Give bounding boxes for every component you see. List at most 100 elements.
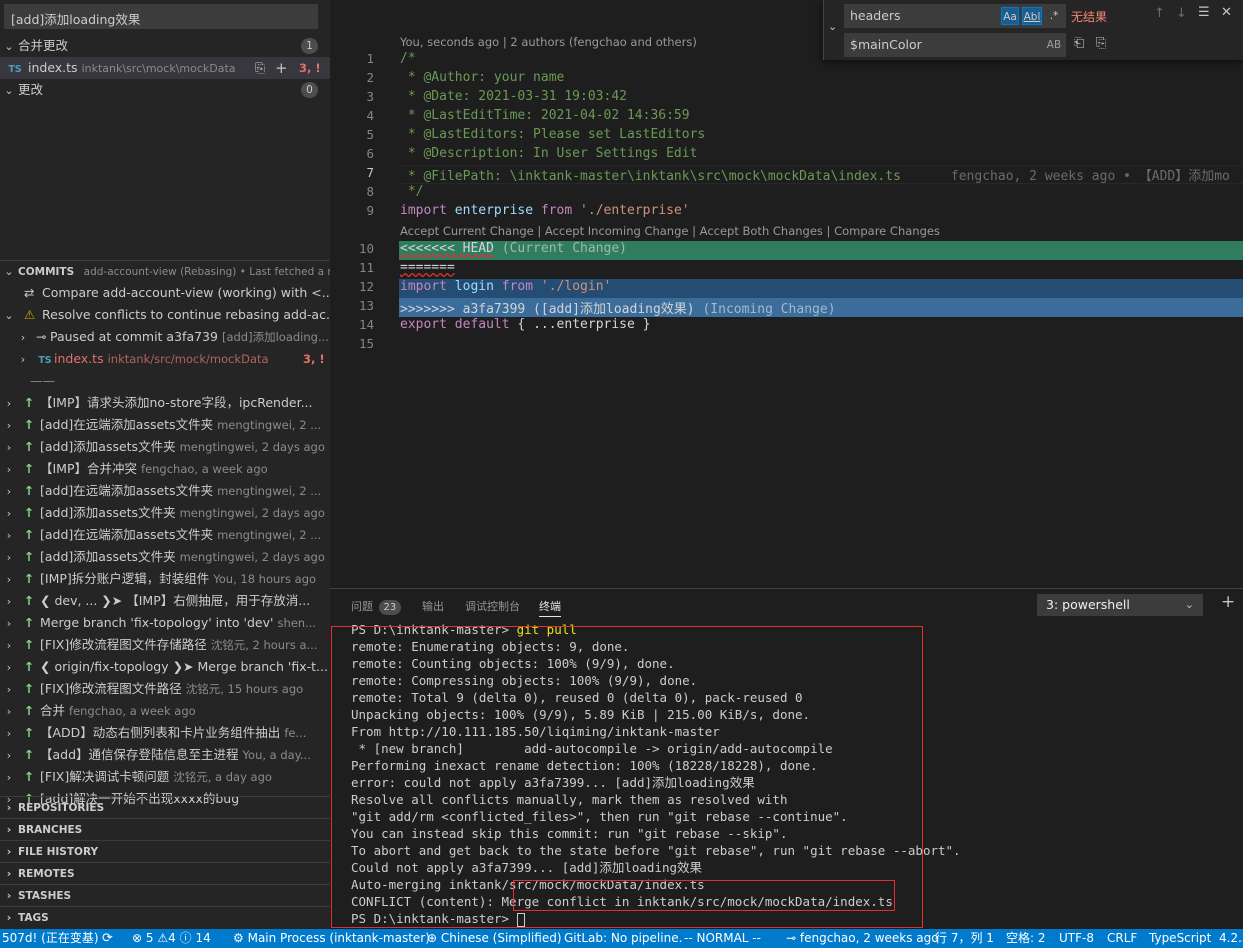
inline-blame: fengchao, 2 weeks ago • 【ADD】添加mo: [950, 169, 1230, 184]
line-number: 14: [358, 317, 374, 332]
eol-status[interactable]: CRLF: [1107, 929, 1137, 948]
commit-message: ❮ origin/fix-topology ❯➤ Merge branch 'f…: [40, 659, 328, 674]
section-stashes[interactable]: › STASHES: [0, 884, 330, 906]
replace-all-icon[interactable]: ⎘: [1096, 36, 1106, 51]
replace-input[interactable]: $mainColor: [844, 33, 1066, 57]
code-line-5: * @LastEditors: Please set LastEditors: [400, 127, 706, 142]
commit-divider: ——: [30, 373, 55, 388]
language-mode[interactable]: TypeScript: [1149, 929, 1211, 948]
line-number: 4: [366, 108, 374, 123]
regex-toggle[interactable]: .*: [1045, 7, 1063, 25]
vscode-window: [add]添加loading效果 ⌄ 合并更改 1 TS index.ts ink…: [0, 0, 1243, 948]
commit-message-input[interactable]: [add]添加loading效果: [4, 4, 318, 29]
chevron-right-icon: ›: [6, 551, 12, 564]
merge-changes-group[interactable]: ⌄ 合并更改 1: [0, 35, 330, 57]
tab-debug-console[interactable]: 调试控制台: [465, 597, 520, 617]
chevron-right-icon: ›: [6, 573, 12, 586]
line-number: 12: [358, 279, 374, 294]
commit-item[interactable]: › ↑ 【add】通信保存登陆信息至主进程 You, a day...: [0, 744, 330, 766]
commit-item[interactable]: › ↑ ❮ dev, ... ❯➤ 【IMP】右侧抽屉，用于存放消...: [0, 590, 330, 612]
blame-header[interactable]: You, seconds ago | 2 authors (fengchao a…: [400, 35, 697, 49]
commit-item[interactable]: › ↑ [FIX]修改流程图文件存储路径 沈铭元, 2 hours a...: [0, 634, 330, 656]
merge-file-item[interactable]: TS index.ts inktank\src\mock\mockData ⎘ …: [0, 57, 330, 79]
commits-section-header[interactable]: ⌄ COMMITS add-account-view (Rebasing) • L…: [0, 260, 330, 282]
commit-item[interactable]: › ↑ [add]添加assets文件夹 mengtingwei, 2 days ag…: [0, 502, 330, 524]
resolve-conflicts-item[interactable]: ⌄ ⚠ Resolve conflicts to continue rebasing…: [0, 304, 330, 326]
commit-item[interactable]: › ↑ [add]添加assets文件夹 mengtingwei, 2 days ag…: [0, 436, 330, 458]
preserve-case-toggle[interactable]: AB: [1044, 36, 1064, 54]
commit-message: 【add】通信保存登陆信息至主进程: [40, 747, 239, 762]
section-remotes[interactable]: › REMOTES: [0, 862, 330, 884]
find-result-status: 无结果: [1071, 10, 1108, 24]
indentation-status[interactable]: 空格: 2: [1006, 929, 1046, 948]
problems-status[interactable]: ⊗ 5 ⚠4 ⓘ 14: [132, 929, 211, 948]
sync-icon[interactable]: ⟳: [102, 929, 113, 948]
compare-item[interactable]: ⇄ Compare add-account-view (working) with…: [0, 282, 330, 304]
commit-meta: mengtingwei, 2 ...: [217, 484, 322, 498]
commit-item[interactable]: › ↑ [add]在远端添加assets文件夹 mengtingwei, 2 ...: [0, 480, 330, 502]
debug-process[interactable]: ⚙ Main Process (inktank-master): [233, 929, 430, 948]
commit-message: Merge branch 'fix-topology' into 'dev': [40, 615, 274, 630]
chevron-down-icon: ⌄: [1184, 598, 1194, 611]
new-terminal-plus-icon[interactable]: +: [1221, 592, 1235, 612]
chevron-right-icon: ›: [6, 705, 12, 718]
open-file-icon[interactable]: ⎘: [255, 57, 265, 79]
terminal-selector[interactable]: 3: powershell ⌄: [1037, 594, 1203, 616]
commit-item[interactable]: › ↑ [IMP]拆分账户逻辑，封装组件 You, 18 hours ago: [0, 568, 330, 590]
commit-item[interactable]: › ↑ Merge branch 'fix-topology' into 'dev'…: [0, 612, 330, 634]
commit-item[interactable]: › ↑ ❮ origin/fix-topology ❯➤ Merge branch …: [0, 656, 330, 678]
commit-item[interactable]: › ↑ [FIX]解决调试卡顿问题 沈铭元, a day ago: [0, 766, 330, 788]
match-case-toggle[interactable]: Aa: [1001, 7, 1019, 25]
problems-count-badge: 23: [378, 600, 402, 615]
paused-commit-item[interactable]: › ⊸ Paused at commit a3fa739 [add]添加loading…: [0, 326, 330, 348]
commit-item[interactable]: › ↑ [FIX]修改流程图文件路径 沈铭元, 15 hours ago: [0, 678, 330, 700]
tab-terminal[interactable]: 终端: [539, 597, 561, 617]
chevron-right-icon: ›: [6, 507, 12, 520]
code-line-2: * @Author: your name: [400, 70, 565, 85]
commit-meta: 沈铭元, 2 hours a...: [210, 638, 318, 652]
commit-item[interactable]: › ↑ [add]在远端添加assets文件夹 mengtingwei, 2 ...: [0, 414, 330, 436]
toggle-replace-icon[interactable]: ⌄: [828, 20, 837, 33]
previous-match-icon[interactable]: ↑: [1154, 6, 1165, 21]
chevron-down-icon: ⌄: [4, 309, 14, 322]
find-in-selection-icon[interactable]: ☰: [1198, 5, 1210, 20]
chevron-down-icon: ⌄: [4, 84, 14, 97]
section-file-history[interactable]: › FILE HISTORY: [0, 840, 330, 862]
arrow-up-icon: ↑: [23, 703, 35, 718]
cursor-position[interactable]: 行 7，列 1: [935, 929, 994, 948]
replace-icon[interactable]: ⎗: [1074, 36, 1084, 51]
section-tags[interactable]: › TAGS: [0, 906, 330, 928]
commit-message: [add]添加assets文件夹: [40, 505, 176, 520]
conflict-code-lens[interactable]: Accept Current Change | Accept Incoming …: [400, 224, 940, 238]
tab-output[interactable]: 输出: [422, 597, 444, 617]
merge-file-status: 3, !: [299, 61, 321, 75]
commit-item[interactable]: › ↑ 【ADD】动态右侧列表和卡片业务组件抽出 fe...: [0, 722, 330, 744]
vim-mode: -- NORMAL --: [684, 931, 761, 945]
commit-item[interactable]: › ↑ [add]在远端添加assets文件夹 mengtingwei, 2 ...: [0, 524, 330, 546]
line-number: 13: [358, 298, 374, 313]
whole-word-toggle[interactable]: Abl: [1022, 7, 1042, 25]
commit-item[interactable]: › ↑ 【IMP】合并冲突 fengchao, a week ago: [0, 458, 330, 480]
paused-label: Paused at commit a3fa739: [50, 329, 218, 344]
code-line-6: * @Description: In User Settings Edit: [400, 146, 698, 161]
branch-status[interactable]: 507d! (正在变基): [2, 929, 99, 948]
conflict-file-status: 3, !: [303, 352, 325, 366]
chevron-right-icon: ›: [6, 419, 12, 432]
gitlab-status[interactable]: GitLab: No pipeline.: [564, 929, 682, 948]
ts-version[interactable]: 4.2.3: [1219, 929, 1243, 948]
conflict-file-item[interactable]: › TS index.ts inktank/src/mock/mockData 3, …: [0, 348, 330, 370]
section-repositories[interactable]: › REPOSITORIES: [0, 796, 330, 818]
commit-item[interactable]: › ↑ [add]添加assets文件夹 mengtingwei, 2 days ag…: [0, 546, 330, 568]
commit-item[interactable]: › ↑ 【IMP】请求头添加no-store字段，ipcRender...: [0, 392, 330, 414]
tab-problems[interactable]: 问题 23: [351, 597, 402, 617]
section-branches[interactable]: › BRANCHES: [0, 818, 330, 840]
git-blame-status[interactable]: ⊸ fengchao, 2 weeks ago: [786, 929, 939, 948]
next-match-icon[interactable]: ↓: [1176, 6, 1187, 21]
code-editor[interactable]: You, seconds ago | 2 authors (fengchao a…: [330, 0, 1243, 588]
stage-plus-icon[interactable]: +: [275, 57, 288, 79]
changes-group[interactable]: ⌄ 更改 0: [0, 79, 330, 101]
language-status[interactable]: ⊕ Chinese (Simplified): [427, 929, 562, 948]
encoding-status[interactable]: UTF-8: [1059, 929, 1094, 948]
commit-item[interactable]: › ↑ 合并 fengchao, a week ago: [0, 700, 330, 722]
close-icon[interactable]: ✕: [1221, 5, 1232, 20]
